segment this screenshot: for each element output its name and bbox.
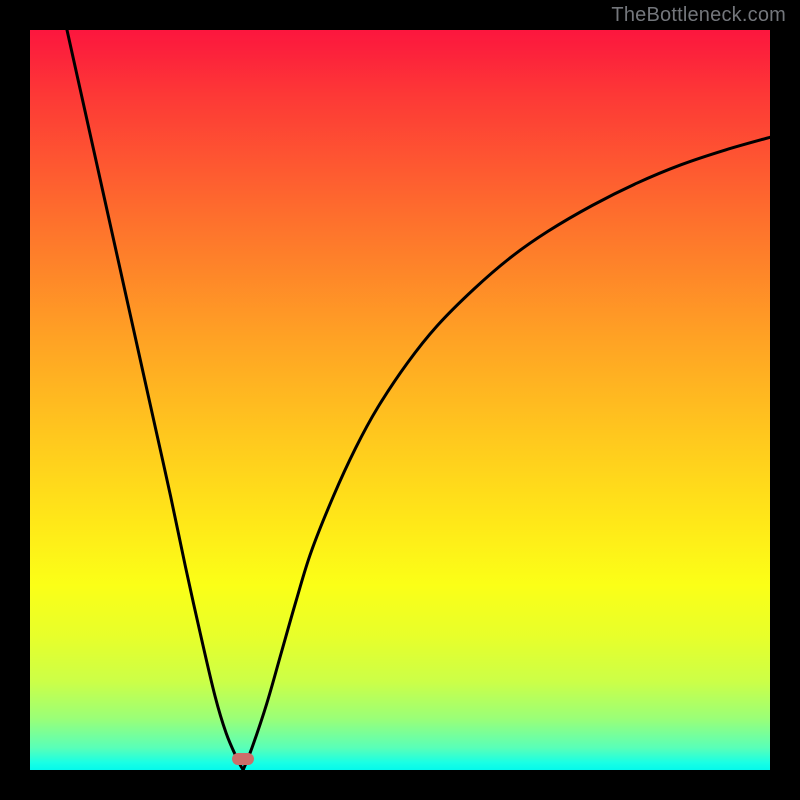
watermark-text: TheBottleneck.com bbox=[611, 4, 786, 27]
chart-frame: TheBottleneck.com bbox=[0, 0, 800, 800]
bottleneck-curve bbox=[30, 30, 770, 770]
chart-plot-area bbox=[30, 30, 770, 770]
optimal-point-marker bbox=[232, 753, 254, 765]
